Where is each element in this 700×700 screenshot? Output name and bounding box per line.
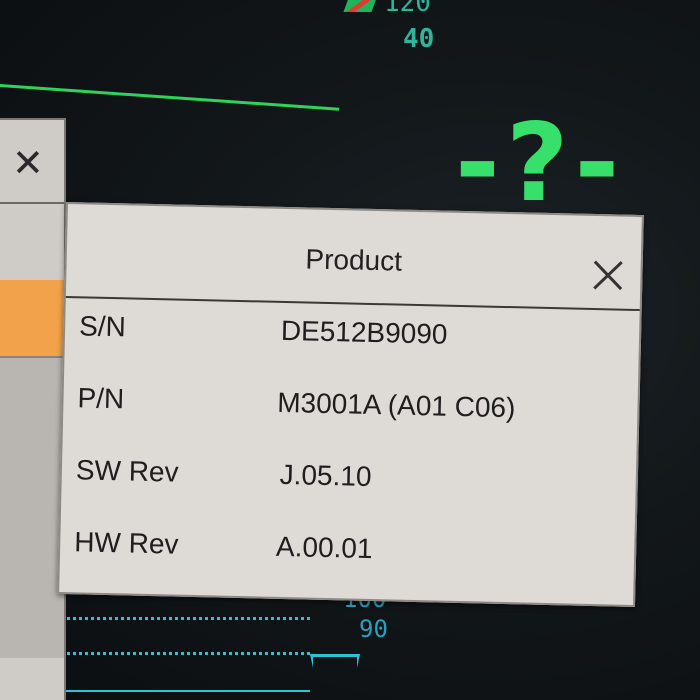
background-window-panel bbox=[0, 356, 64, 658]
close-icon[interactable]: ✕ bbox=[12, 144, 44, 182]
row-label: HW Rev bbox=[73, 526, 179, 560]
close-icon[interactable] bbox=[590, 256, 627, 293]
row-value: DE512B9090 bbox=[280, 314, 448, 350]
ecg-waveform bbox=[0, 84, 340, 111]
hardware-revision-row: HW Rev A.00.01 bbox=[74, 526, 373, 565]
serial-number-row: S/N DE512B9090 bbox=[79, 310, 448, 350]
product-dialog: Product S/N DE512B9090 P/N M3001A (A01 C… bbox=[57, 202, 644, 608]
row-value: M3001A (A01 C06) bbox=[276, 386, 516, 424]
row-label: P/N bbox=[77, 382, 125, 415]
waveform-pulse bbox=[310, 654, 360, 700]
software-revision-row: SW Rev J.05.10 bbox=[76, 454, 372, 493]
part-number-row: P/N M3001A (A01 C06) bbox=[77, 382, 516, 424]
alarm-flag-icon bbox=[343, 0, 377, 12]
background-window-header: ✕ bbox=[0, 120, 64, 204]
waveform-gridline bbox=[60, 617, 310, 620]
waveform-gridline bbox=[60, 652, 310, 655]
dialog-title: Product bbox=[305, 243, 403, 277]
bottom-lower-limit: 90 bbox=[359, 615, 388, 643]
monitor-screen: 120 40 -?- 100 90 ✕ Product S/N DE512B90… bbox=[0, 0, 700, 700]
row-value: A.00.01 bbox=[275, 530, 373, 565]
background-window: ✕ bbox=[0, 118, 66, 700]
top-upper-limit: 120 bbox=[384, 0, 431, 18]
waveform-baseline bbox=[60, 690, 310, 692]
selected-menu-item[interactable] bbox=[0, 280, 64, 356]
dialog-header: Product bbox=[65, 204, 642, 312]
row-label: S/N bbox=[78, 310, 127, 343]
top-lower-limit: 40 bbox=[403, 24, 435, 54]
big-status-readout: -?- bbox=[455, 101, 626, 226]
row-value: J.05.10 bbox=[279, 458, 372, 492]
row-label: SW Rev bbox=[75, 454, 179, 488]
